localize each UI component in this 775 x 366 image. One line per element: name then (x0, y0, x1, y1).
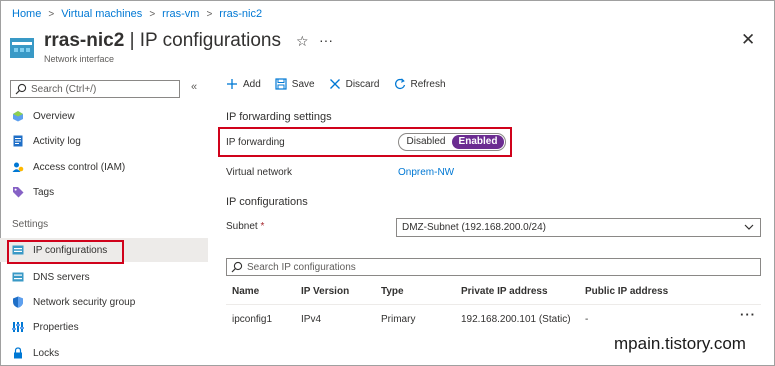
star-icon[interactable]: ☆ (296, 33, 309, 50)
breadcrumb: Home > Virtual machines > rras-vm > rras… (12, 8, 262, 20)
more-options-icon[interactable]: ··· (319, 32, 333, 48)
sidebar-search-placeholder: Search (Ctrl+/) (31, 83, 97, 95)
sidebar-item-tags[interactable]: Tags (0, 180, 208, 204)
chevron-right-icon: > (206, 8, 213, 20)
sidebar-item-label: Overview (33, 110, 75, 122)
cell-public-ip: - (585, 314, 589, 325)
table-header-divider (226, 304, 761, 305)
save-icon (275, 78, 287, 90)
ip-configurations-section-title: IP configurations (226, 196, 308, 208)
shield-icon (13, 296, 23, 308)
chevron-down-icon (744, 224, 754, 230)
cell-type: Primary (381, 314, 416, 325)
subnet-selected-value: DMZ-Subnet (192.168.200.0/24) (402, 222, 546, 233)
close-icon[interactable]: ✕ (741, 30, 755, 50)
ip-forwarding-section-title: IP forwarding settings (226, 111, 332, 123)
sidebar-item-locks[interactable]: Locks (0, 341, 208, 365)
sidebar-item-label: Locks (33, 347, 60, 359)
collapse-sidebar-icon[interactable]: « (191, 81, 197, 93)
breadcrumb-rras-vm[interactable]: rras-vm (162, 8, 199, 20)
ip-configurations-highlight (7, 240, 124, 264)
sidebar-item-label: Properties (33, 321, 79, 333)
column-header-ip-version[interactable]: IP Version (301, 286, 349, 297)
properties-icon (12, 322, 24, 332)
activity-log-icon (13, 135, 23, 147)
column-header-private-ip[interactable]: Private IP address (461, 286, 548, 297)
discard-button[interactable]: Discard (329, 78, 380, 90)
lock-icon (14, 347, 22, 359)
tag-icon (13, 187, 24, 198)
ip-config-search-placeholder: Search IP configurations (247, 261, 356, 273)
overview-icon (13, 111, 23, 122)
watermark: mpain.tistory.com (614, 334, 746, 353)
breadcrumb-virtual-machines[interactable]: Virtual machines (61, 8, 142, 20)
sidebar-item-label: Access control (IAM) (33, 161, 126, 173)
subnet-dropdown[interactable]: DMZ-Subnet (192.168.200.0/24) (396, 218, 761, 237)
virtual-network-label: Virtual network (226, 167, 292, 178)
close-icon (329, 79, 340, 89)
refresh-icon (394, 78, 405, 89)
sidebar-search-input[interactable]: Search (Ctrl+/) (10, 80, 180, 98)
sidebar-item-overview[interactable]: Overview (0, 104, 208, 128)
ip-forwarding-highlight (218, 127, 512, 157)
page-title: rras-nic2 | IP configurations (44, 30, 281, 52)
row-more-options-icon[interactable]: ··· (740, 307, 756, 322)
column-header-type[interactable]: Type (381, 286, 404, 297)
plus-icon (227, 79, 237, 89)
column-header-public-ip[interactable]: Public IP address (585, 286, 668, 297)
sidebar-item-network-security-group[interactable]: Network security group (0, 290, 208, 314)
subnet-label: Subnet * (226, 221, 264, 232)
sidebar-item-iam[interactable]: Access control (IAM) (0, 155, 208, 179)
column-header-name[interactable]: Name (232, 286, 259, 297)
chevron-right-icon: > (149, 8, 156, 20)
sidebar-item-activity-log[interactable]: Activity log (0, 129, 208, 153)
dns-icon (12, 272, 24, 282)
sidebar-section-settings: Settings (12, 219, 49, 230)
save-button[interactable]: Save (275, 78, 315, 90)
cell-private-ip: 192.168.200.101 (Static) (461, 314, 571, 325)
refresh-label: Refresh (410, 78, 446, 90)
breadcrumb-home[interactable]: Home (12, 8, 41, 20)
subnet-label-text: Subnet (226, 221, 258, 232)
ip-config-search-input[interactable]: Search IP configurations (226, 258, 761, 276)
add-label: Add (243, 78, 261, 90)
cell-ip-version: IPv4 (301, 314, 322, 325)
resource-name: rras-nic2 (44, 30, 125, 51)
chevron-right-icon: > (48, 8, 55, 20)
sidebar-item-label: DNS servers (33, 271, 90, 283)
sidebar-item-label: Activity log (33, 135, 81, 147)
resource-type: Network interface (44, 54, 115, 64)
sidebar-item-label: Tags (33, 186, 55, 198)
sidebar-item-label: Network security group (33, 296, 136, 308)
blade-title: IP configurations (139, 30, 281, 51)
save-label: Save (291, 78, 315, 90)
search-icon (15, 83, 27, 95)
title-separator: | (129, 30, 135, 51)
required-marker: * (260, 221, 265, 232)
virtual-network-link[interactable]: Onprem-NW (398, 167, 454, 178)
search-icon (231, 261, 243, 273)
sidebar-item-properties[interactable]: Properties (0, 315, 208, 339)
command-bar: Add Save Discard Refresh (226, 78, 460, 90)
refresh-button[interactable]: Refresh (394, 78, 446, 90)
breadcrumb-rras-nic2[interactable]: rras-nic2 (219, 8, 262, 20)
cell-name[interactable]: ipconfig1 (232, 314, 272, 325)
network-interface-icon (10, 38, 34, 58)
iam-icon (12, 162, 24, 172)
discard-label: Discard (345, 78, 380, 90)
add-button[interactable]: Add (226, 78, 261, 90)
sidebar-item-dns-servers[interactable]: DNS servers (0, 265, 208, 289)
